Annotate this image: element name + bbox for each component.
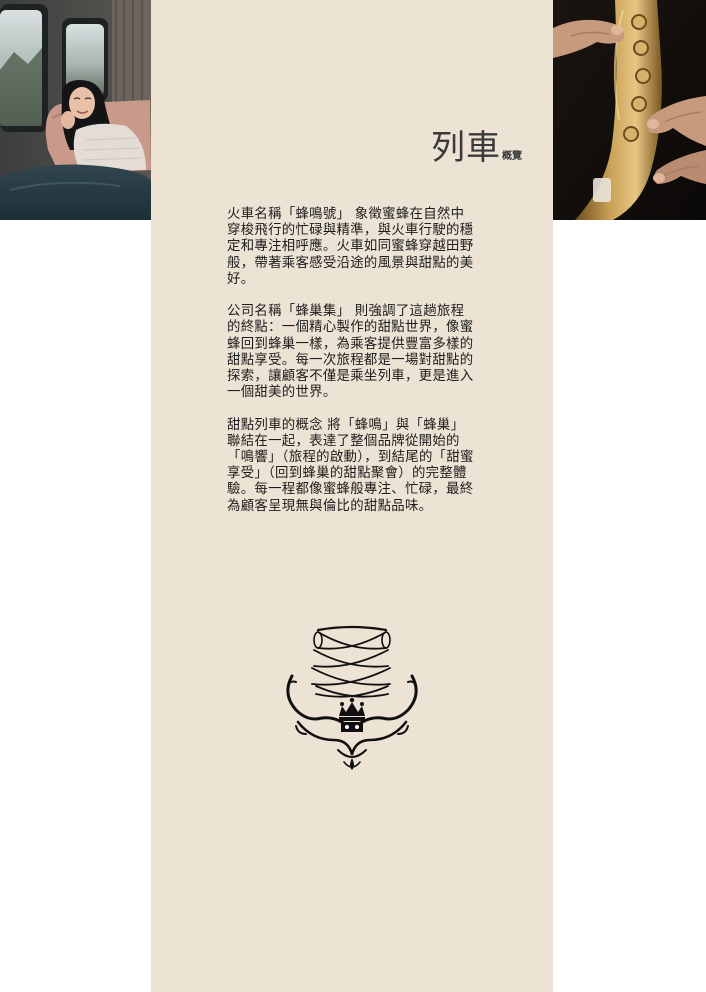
woman-on-train-photo [0,0,151,220]
body-text: 火車名稱「蜂鳴號」 象徵蜜蜂在自然中穿梭飛行的忙碌與精準，與火車行駛的穩定和專注… [227,207,477,531]
title-subtitle: 概覽 [502,151,522,162]
paragraph-train-name: 火車名稱「蜂鳴號」 象徵蜜蜂在自然中穿梭飛行的忙碌與精準，與火車行駛的穩定和專注… [227,207,474,287]
ornamental-crown-emblem [278,622,426,776]
paragraph-company-name: 公司名稱「蜂巢集」 則強調了這趟旅程的終點：一個精心製作的甜點世界，像蜜蜂回到蜂… [227,304,474,401]
saxophone-player-photo [553,0,706,220]
page: 列車概覽 火車名稱「蜂鳴號」 象徵蜜蜂在自然中穿梭飛行的忙碌與精準，與火車行駛的… [0,0,706,992]
paragraph-concept: 甜點列車的概念 將「蜂鳴」與「蜂巢」聯結在一起，表達了整個品牌從開始的「鳴響」（… [227,417,474,514]
title-main: 列車 [431,128,501,168]
page-title: 列車概覽 [300,128,522,168]
